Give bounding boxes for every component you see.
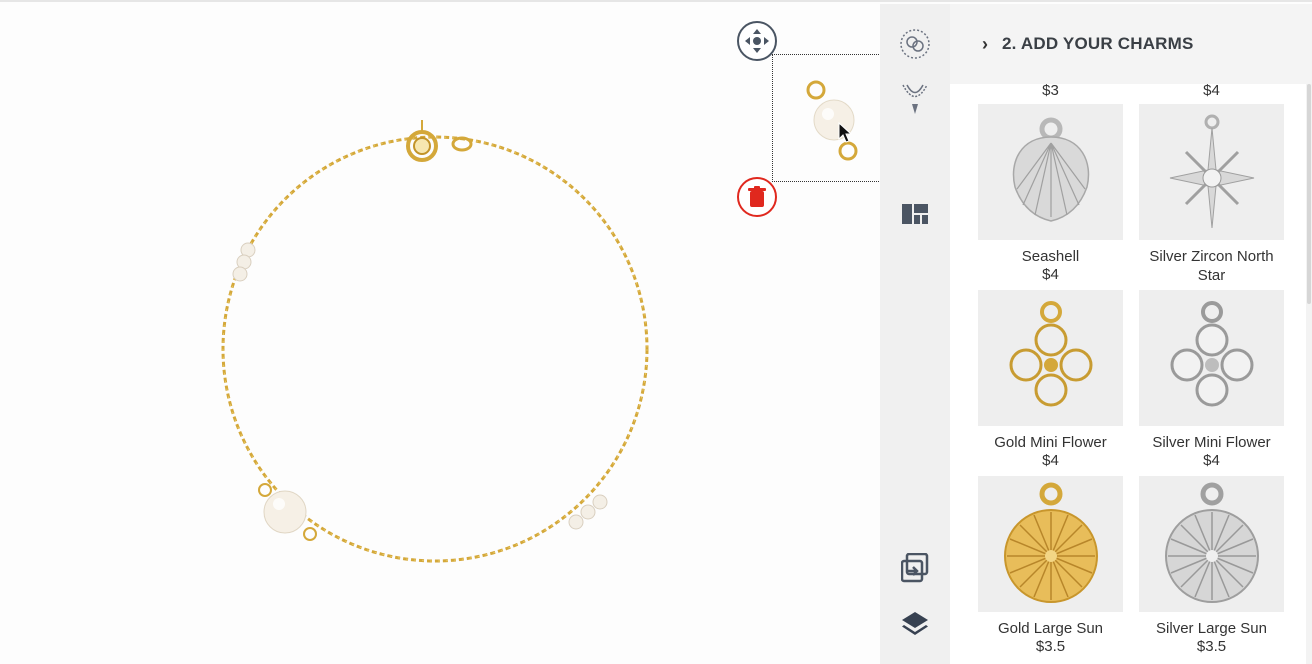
silver-flower-charm-icon	[1170, 301, 1253, 407]
export-icon	[901, 553, 929, 583]
panel-title: 2. ADD YOUR CHARMS	[1002, 34, 1194, 53]
rail-layers-button[interactable]	[897, 606, 933, 642]
pearl-charm[interactable]	[258, 483, 317, 541]
charm-card-silver-large-sun[interactable]: Silver Large Sun $3.5	[1139, 476, 1284, 655]
charm-designer-page: › 2. ADD YOUR CHARMS $3 $4 Seashell $4 S…	[0, 0, 1312, 664]
charm-price: $3	[1042, 82, 1059, 99]
layers-icon	[902, 612, 928, 635]
charm-name: Silver Mini Flower	[1152, 434, 1271, 451]
move-arrows-icon	[745, 29, 769, 53]
necklace-icon	[902, 84, 928, 114]
right-seed-pearls[interactable]	[568, 494, 608, 530]
bracelet-design[interactable]	[200, 104, 670, 584]
rings-icon	[900, 29, 930, 59]
delete-button[interactable]	[737, 177, 777, 217]
gold-flower-charm-icon	[1009, 301, 1092, 407]
rail-layout-button[interactable]	[897, 196, 933, 232]
charm-thumbnail	[1139, 290, 1284, 426]
charm-thumbnail	[1139, 104, 1284, 240]
left-seed-pearls[interactable]	[232, 242, 256, 282]
mouse-cursor-icon	[838, 122, 852, 143]
panel-scrollbar[interactable]	[1306, 84, 1312, 664]
charms-panel: › 2. ADD YOUR CHARMS $3 $4 Seashell $4 S…	[950, 4, 1312, 664]
charm-card-gold-large-sun[interactable]: Gold Large Sun $3.5	[978, 476, 1123, 655]
charm-name: Gold Large Sun	[997, 620, 1104, 637]
layout-grid-icon	[902, 204, 928, 224]
seashell-charm-icon	[1012, 117, 1089, 222]
charm-price: $4	[1203, 82, 1220, 99]
charm-card-gold-mini-flower[interactable]: Gold Mini Flower $4	[978, 290, 1123, 469]
charm-price: $4	[1042, 452, 1059, 469]
charm-name: Gold Mini Flower	[994, 434, 1107, 451]
charm-card-silver-zircon-north-star[interactable]: Silver Zircon North Star	[1139, 104, 1284, 284]
charms-panel-header[interactable]: › 2. ADD YOUR CHARMS	[950, 4, 1312, 84]
previous-row-prices: $3 $4	[978, 82, 1284, 99]
silver-sun-charm-icon	[1164, 482, 1259, 603]
rail-necklace-button[interactable]	[897, 82, 933, 118]
north-star-charm-icon	[1169, 114, 1254, 229]
charm-thumbnail	[1139, 476, 1284, 612]
charm-price: $4	[1042, 266, 1059, 283]
charm-thumbnail	[978, 476, 1123, 612]
charm-name: Silver Zircon North Star	[1149, 248, 1274, 284]
tool-rail	[880, 4, 950, 664]
gold-sun-charm-icon	[1003, 482, 1098, 603]
chevron-right-icon: ›	[982, 33, 988, 54]
selected-pearl-charm[interactable]	[800, 76, 860, 166]
design-canvas[interactable]	[0, 4, 887, 664]
charm-card-seashell[interactable]: Seashell $4	[978, 104, 1123, 283]
charm-name: Seashell	[1021, 248, 1080, 265]
charm-thumbnail	[978, 104, 1123, 240]
charm-card-silver-mini-flower[interactable]: Silver Mini Flower $4	[1139, 290, 1284, 469]
charm-thumbnail	[978, 290, 1123, 426]
trash-icon	[748, 186, 766, 207]
charm-price: $3.5	[1035, 638, 1066, 655]
rail-export-button[interactable]	[897, 550, 933, 586]
rail-rings-button[interactable]	[897, 26, 933, 62]
charm-price: $4	[1203, 452, 1220, 469]
charm-name: Silver Large Sun	[1156, 620, 1267, 637]
charm-price: $3.5	[1196, 638, 1227, 655]
move-button[interactable]	[737, 21, 777, 61]
charms-grid: Seashell $4 Silver Zircon North Star Gol…	[978, 104, 1284, 655]
